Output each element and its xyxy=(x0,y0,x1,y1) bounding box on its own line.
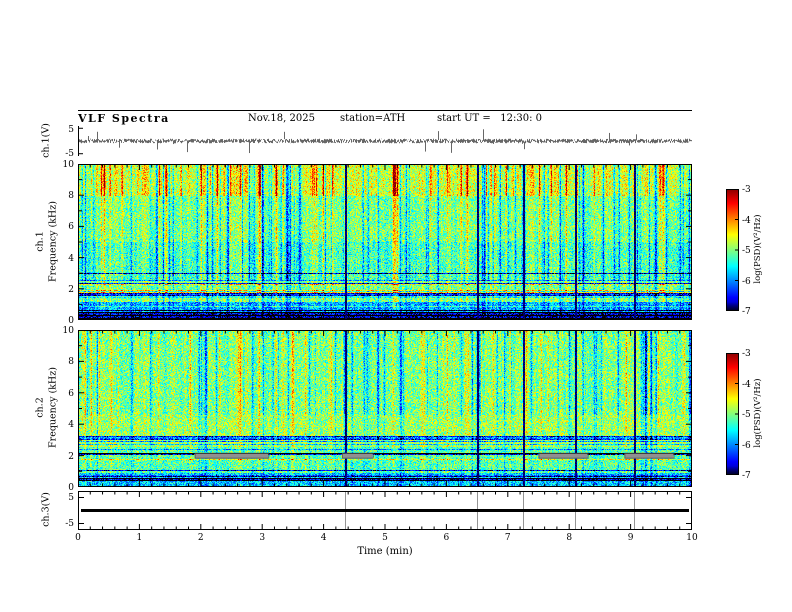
x-tick-label: 0 xyxy=(75,533,81,543)
colorbar-tick-label: -4 xyxy=(742,379,751,390)
x-tick-label: 9 xyxy=(627,533,634,543)
freq-tick-label: 6 xyxy=(68,388,74,399)
freq-tick-label: 8 xyxy=(68,191,74,202)
colorbar-tick-label: -3 xyxy=(742,349,751,359)
ch3-volt-tick-label: 5 xyxy=(68,493,74,503)
colorbar-tick-label: -7 xyxy=(742,307,751,317)
ch1-colorbar xyxy=(726,189,739,311)
colorbar-tick-label: -4 xyxy=(742,215,751,226)
freq-tick-label: 10 xyxy=(62,326,74,336)
vlf-spectra-figure: VLF Spectra Nov.18, 2025 station=ATH sta… xyxy=(0,0,792,612)
freq-tick-label: 6 xyxy=(68,222,74,233)
ch1-volt-tick-label: 5 xyxy=(68,125,74,135)
ch1-spec-channel-label: ch.1 xyxy=(34,231,46,252)
station-label: station=ATH xyxy=(340,113,406,124)
freq-tick-label: 10 xyxy=(62,160,74,170)
x-tick-label: 6 xyxy=(443,533,450,543)
freq-tick-label: 0 xyxy=(68,483,74,493)
ch1-volt-axis-label: ch.1(V) xyxy=(40,123,52,158)
ch2-colorbar xyxy=(726,353,739,475)
time-axis-label: Time (min) xyxy=(357,546,413,557)
freq-tick-label: 0 xyxy=(68,316,74,326)
colorbar-tick-label: -5 xyxy=(742,246,751,256)
start-ut-label: start UT = 12:30: 0 xyxy=(437,113,543,124)
x-tick-label: 10 xyxy=(686,533,698,543)
x-tick-label: 3 xyxy=(259,533,266,543)
ch1-spectrogram xyxy=(78,164,692,320)
x-tick-label: 1 xyxy=(136,533,143,543)
top-rule xyxy=(78,110,692,111)
colorbar-tick-label: -6 xyxy=(742,276,751,287)
ch1-freq-axis-label: Frequency (kHz) xyxy=(47,201,59,282)
colorbar-tick-label: -3 xyxy=(742,185,751,195)
x-tick-label: 4 xyxy=(320,533,327,543)
freq-tick-label: 4 xyxy=(68,253,74,264)
colorbar-tick-label: -7 xyxy=(742,471,751,481)
colorbar-tick-label: -5 xyxy=(742,410,751,420)
date-label: Nov.18, 2025 xyxy=(248,113,315,124)
freq-tick-label: 2 xyxy=(68,284,74,295)
freq-tick-label: 8 xyxy=(68,357,74,368)
x-tick-label: 8 xyxy=(566,533,573,543)
freq-tick-label: 4 xyxy=(68,420,74,431)
ch3-waveform-plot xyxy=(78,491,692,530)
freq-tick-label: 2 xyxy=(68,451,74,462)
colorbar-tick-label: -6 xyxy=(742,440,751,451)
ch3-volt-tick-label: -5 xyxy=(65,519,74,529)
ch3-volt-axis-label: ch.3(V) xyxy=(40,492,52,527)
ch2-spectrogram xyxy=(78,330,692,487)
ch1-waveform-plot xyxy=(78,126,692,156)
ch2-freq-axis-label: Frequency (kHz) xyxy=(47,367,59,448)
x-tick-label: 2 xyxy=(197,533,204,543)
plot-title: VLF Spectra xyxy=(78,112,170,125)
x-tick-label: 7 xyxy=(504,533,511,543)
ch1-volt-tick-label: -5 xyxy=(65,149,74,159)
x-tick-label: 5 xyxy=(382,533,388,543)
ch2-spec-channel-label: ch.2 xyxy=(34,397,46,418)
